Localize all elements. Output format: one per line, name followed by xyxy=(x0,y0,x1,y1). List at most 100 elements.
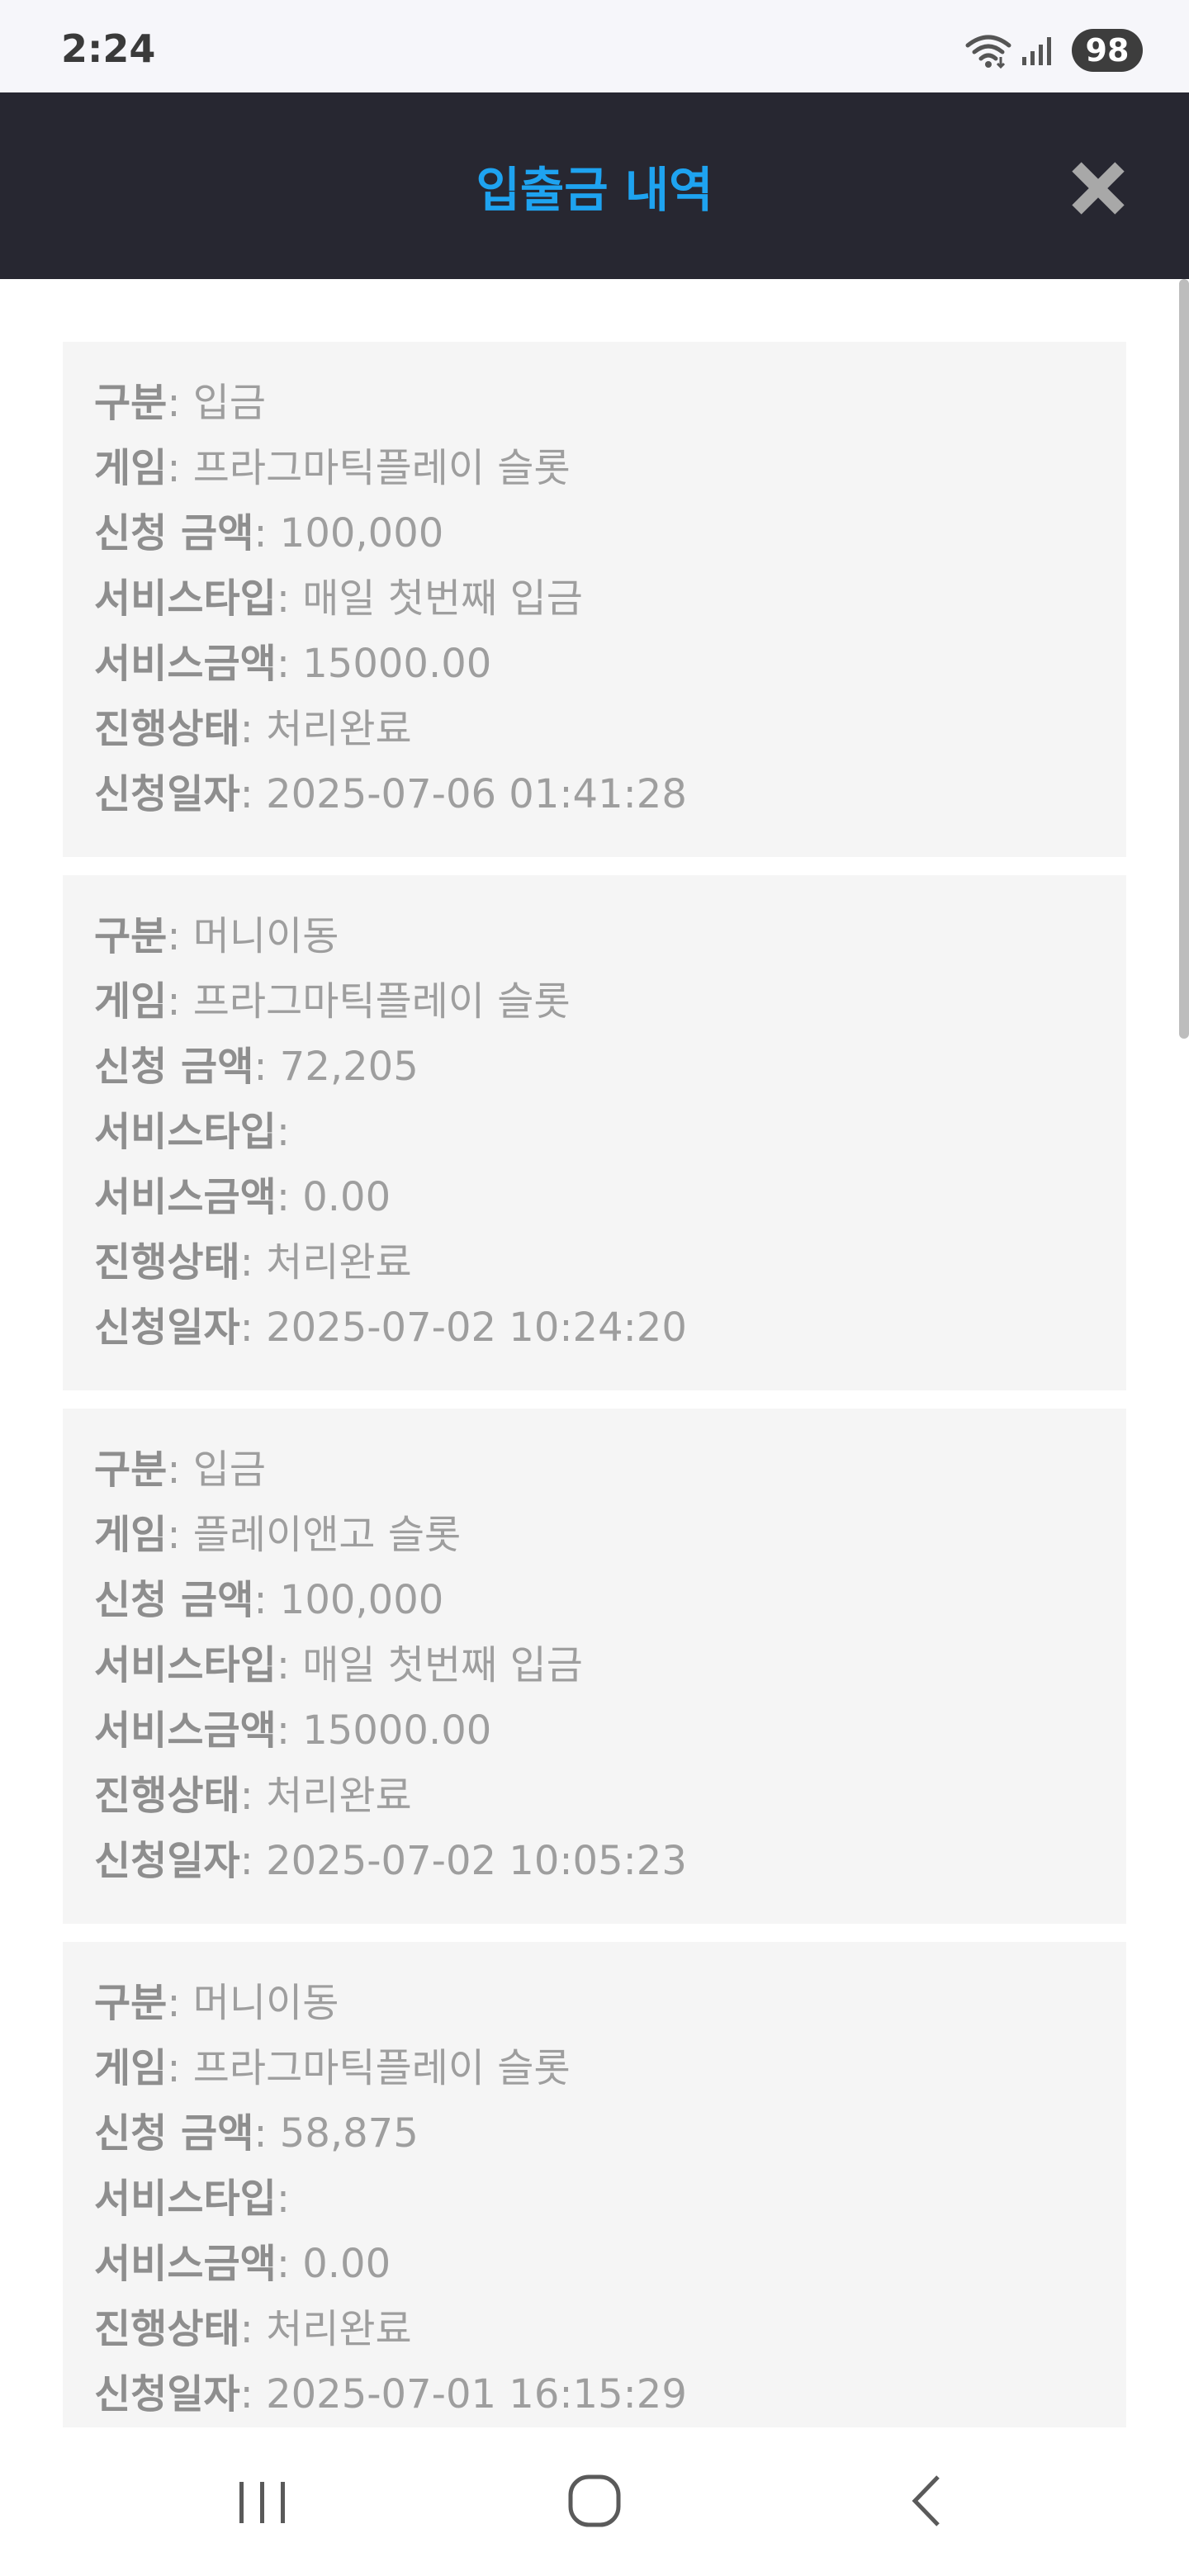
field-service-amount: 서비스금액: 0.00 xyxy=(94,2241,391,2287)
field-value: 100,000 xyxy=(279,1577,444,1623)
field-value: 2025-07-06 01:41:28 xyxy=(266,771,687,817)
field-label: 진행상태 xyxy=(94,706,240,752)
wifi-icon xyxy=(964,32,1012,69)
field-value: 프라그마틱플레이 슬롯 xyxy=(192,978,571,1025)
field-value: 매일 첫번째 입금 xyxy=(302,575,583,622)
field-type: 구분: 입금 xyxy=(94,1447,267,1493)
field-amount: 신청 금액: 100,000 xyxy=(94,510,444,556)
field-type: 구분: 입금 xyxy=(94,380,267,426)
field-value: 15000.00 xyxy=(302,1707,492,1754)
field-label: 서비스금액 xyxy=(94,1174,277,1220)
field-value: 매일 첫번째 입금 xyxy=(302,1642,583,1688)
field-date: 신청일자: 2025-07-06 01:41:28 xyxy=(94,771,687,817)
close-button[interactable] xyxy=(1065,155,1131,221)
field-value: 15000.00 xyxy=(302,641,492,687)
field-label: 신청 금액 xyxy=(94,2110,254,2157)
field-label: 게임 xyxy=(94,1512,168,1558)
field-value: 처리완료 xyxy=(266,1239,412,1286)
field-label: 서비스타입 xyxy=(94,575,277,622)
field-label: 서비스금액 xyxy=(94,2241,277,2287)
field-service-amount: 서비스금액: 15000.00 xyxy=(94,641,492,687)
field-status: 진행상태: 처리완료 xyxy=(94,706,412,752)
recent-apps-button[interactable] xyxy=(221,2469,304,2535)
field-service-type: 서비스타입: 매일 첫번째 입금 xyxy=(94,575,583,622)
field-game: 게임: 프라그마틱플레이 슬롯 xyxy=(94,978,571,1025)
field-amount: 신청 금액: 58,875 xyxy=(94,2110,419,2157)
field-label: 서비스타입 xyxy=(94,1642,277,1688)
field-value: 입금 xyxy=(192,380,267,426)
transaction-card: 구분: 입금 게임: 플레이앤고 슬롯 신청 금액: 100,000 서비스타입… xyxy=(63,1409,1126,1924)
field-game: 게임: 플레이앤고 슬롯 xyxy=(94,1512,462,1558)
field-date: 신청일자: 2025-07-01 16:15:29 xyxy=(94,2371,687,2417)
field-service-type: 서비스타입: xyxy=(94,1109,290,1155)
field-label: 진행상태 xyxy=(94,2306,240,2352)
field-game: 게임: 프라그마틱플레이 슬롯 xyxy=(94,445,571,491)
recent-apps-icon xyxy=(239,2482,285,2523)
field-label: 신청 금액 xyxy=(94,510,254,556)
back-button[interactable] xyxy=(885,2469,968,2535)
home-icon xyxy=(568,2474,621,2527)
battery-indicator: 98 xyxy=(1072,29,1143,72)
field-service-amount: 서비스금액: 15000.00 xyxy=(94,1707,492,1754)
field-label: 서비스금액 xyxy=(94,1707,277,1754)
field-value: 처리완료 xyxy=(266,706,412,752)
field-value: 프라그마틱플레이 슬롯 xyxy=(192,2045,571,2091)
field-value: 처리완료 xyxy=(266,1773,412,1819)
field-type: 구분: 머니이동 xyxy=(94,1980,339,2026)
field-value: 2025-07-02 10:05:23 xyxy=(266,1838,687,1884)
field-label: 서비스금액 xyxy=(94,641,277,687)
field-value: 0.00 xyxy=(302,1174,391,1220)
field-label: 게임 xyxy=(94,2045,168,2091)
field-value: 플레이앤고 슬롯 xyxy=(192,1512,462,1558)
field-date: 신청일자: 2025-07-02 10:05:23 xyxy=(94,1838,687,1884)
field-status: 진행상태: 처리완료 xyxy=(94,2306,412,2352)
field-label: 게임 xyxy=(94,445,168,491)
field-label: 신청 금액 xyxy=(94,1044,254,1090)
page-title: 입출금 내역 xyxy=(476,162,713,218)
modal-header: 입출금 내역 xyxy=(0,92,1189,279)
field-value: 2025-07-02 10:24:20 xyxy=(266,1305,687,1351)
field-value: 0.00 xyxy=(302,2241,391,2287)
field-amount: 신청 금액: 100,000 xyxy=(94,1577,444,1623)
field-type: 구분: 머니이동 xyxy=(94,913,339,959)
transaction-card: 구분: 머니이동 게임: 프라그마틱플레이 슬롯 신청 금액: 72,205 서… xyxy=(63,875,1126,1390)
transaction-card: 구분: 입금 게임: 프라그마틱플레이 슬롯 신청 금액: 100,000 서비… xyxy=(63,342,1126,857)
field-label: 서비스타입 xyxy=(94,2176,277,2222)
status-bar: 2:24 98 xyxy=(0,0,1189,92)
field-date: 신청일자: 2025-07-02 10:24:20 xyxy=(94,1305,687,1351)
history-content[interactable]: 구분: 입금 게임: 프라그마틱플레이 슬롯 신청 금액: 100,000 서비… xyxy=(0,279,1189,2427)
scrollbar-thumb[interactable] xyxy=(1179,279,1189,1039)
field-value: 머니이동 xyxy=(192,913,339,959)
field-label: 진행상태 xyxy=(94,1773,240,1819)
system-nav-bar xyxy=(0,2427,1189,2576)
field-label: 구분 xyxy=(94,1980,168,2026)
field-label: 신청일자 xyxy=(94,771,240,817)
field-status: 진행상태: 처리완료 xyxy=(94,1773,412,1819)
field-value: 72,205 xyxy=(279,1044,419,1090)
field-label: 신청일자 xyxy=(94,1838,240,1884)
close-icon xyxy=(1072,162,1125,215)
field-label: 진행상태 xyxy=(94,1239,240,1286)
signal-icon xyxy=(1021,34,1057,67)
home-button[interactable] xyxy=(553,2469,636,2535)
field-label: 신청일자 xyxy=(94,1305,240,1351)
field-label: 구분 xyxy=(94,380,168,426)
field-label: 서비스타입 xyxy=(94,1109,277,1155)
status-icons: 98 xyxy=(964,29,1143,72)
field-value: 58,875 xyxy=(279,2110,419,2157)
transaction-card: 구분: 머니이동 게임: 프라그마틱플레이 슬롯 신청 금액: 58,875 서… xyxy=(63,1942,1126,2427)
field-amount: 신청 금액: 72,205 xyxy=(94,1044,419,1090)
transaction-list: 구분: 입금 게임: 프라그마틱플레이 슬롯 신청 금액: 100,000 서비… xyxy=(63,342,1126,2427)
field-service-type: 서비스타입: xyxy=(94,2176,290,2222)
field-value: 2025-07-01 16:15:29 xyxy=(266,2371,687,2417)
back-icon xyxy=(912,2475,940,2526)
field-value: 머니이동 xyxy=(192,1980,339,2026)
field-status: 진행상태: 처리완료 xyxy=(94,1239,412,1286)
field-value: 처리완료 xyxy=(266,2306,412,2352)
field-game: 게임: 프라그마틱플레이 슬롯 xyxy=(94,2045,571,2091)
field-value: 100,000 xyxy=(279,510,444,556)
status-time: 2:24 xyxy=(61,26,156,71)
field-service-type: 서비스타입: 매일 첫번째 입금 xyxy=(94,1642,583,1688)
field-service-amount: 서비스금액: 0.00 xyxy=(94,1174,391,1220)
field-label: 구분 xyxy=(94,913,168,959)
